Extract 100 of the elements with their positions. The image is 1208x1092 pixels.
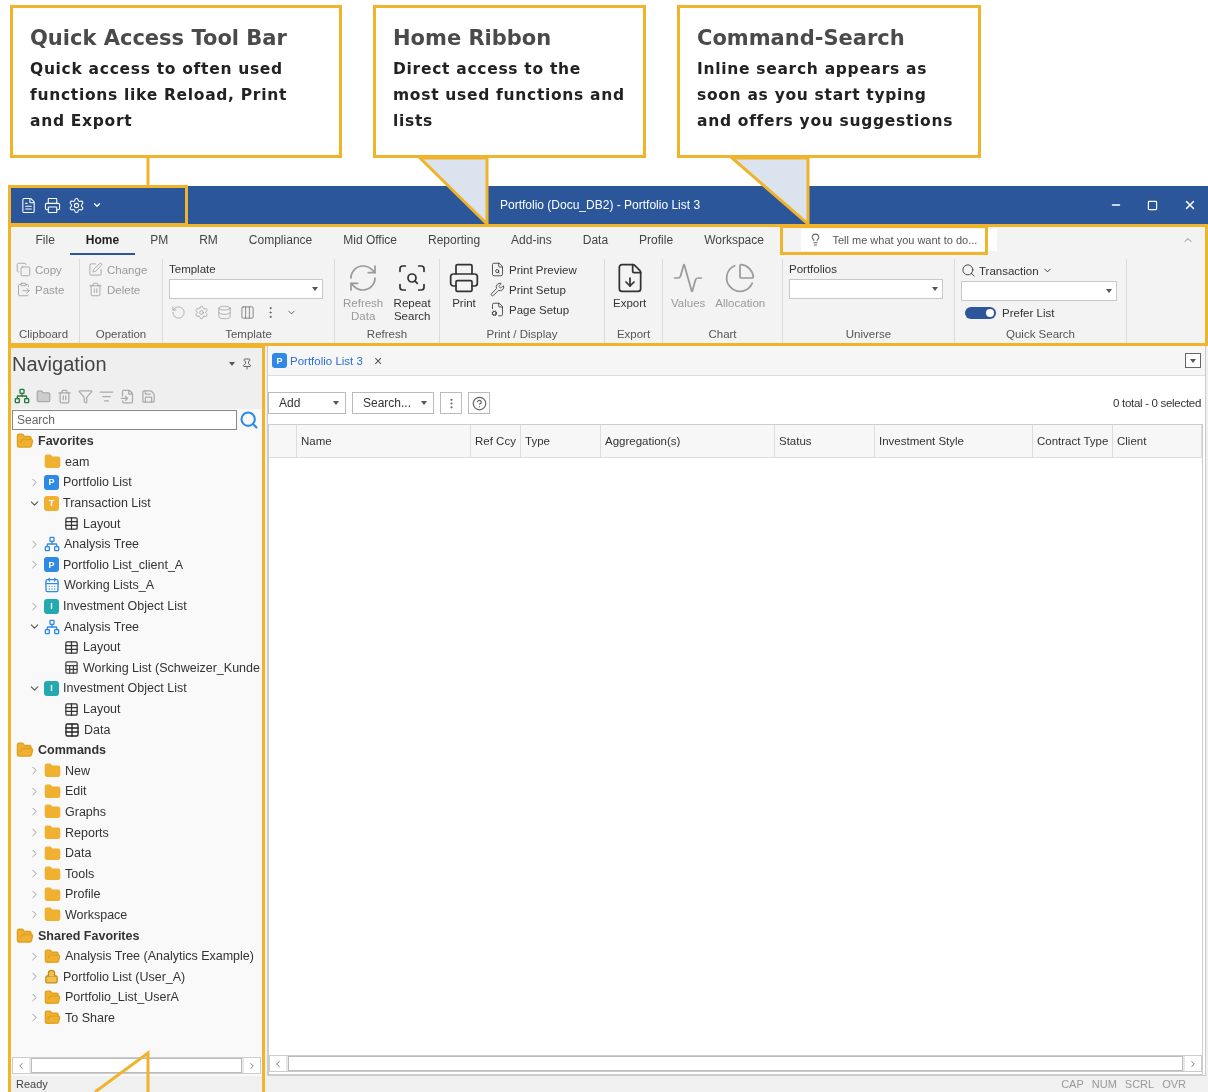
ribbon-tab[interactable]: Profile — [623, 224, 689, 255]
more-button[interactable] — [440, 392, 462, 414]
tree-item[interactable]: Portfolio List — [63, 475, 132, 490]
open-folder-icon[interactable] — [16, 741, 34, 760]
folder-icon — [44, 803, 61, 821]
ribbon-tab[interactable]: Mid Office — [327, 224, 413, 255]
ribbon-button[interactable]: Page Setup — [488, 301, 579, 318]
pin-icon[interactable] — [241, 358, 253, 370]
tree-item[interactable]: Edit — [65, 784, 87, 799]
status-indicator: SCRL — [1124, 1078, 1155, 1090]
column-header[interactable]: Client — [1113, 425, 1202, 457]
print-button[interactable] — [44, 196, 61, 214]
database-icon — [217, 305, 232, 320]
tree-item[interactable]: Reports — [65, 825, 109, 840]
tree-item[interactable]: Layout — [83, 516, 121, 531]
toggle-switch[interactable] — [965, 307, 996, 319]
tree-item[interactable]: Working List (Schweizer_Kunde — [83, 660, 260, 675]
ribbon-tab[interactable]: Compliance — [233, 224, 328, 255]
save-icon[interactable] — [141, 388, 156, 404]
tree-item[interactable]: Data — [84, 722, 111, 737]
open-folder-icon[interactable] — [16, 926, 34, 945]
horizontal-scrollbar[interactable] — [269, 1055, 1202, 1072]
open-folder-icon[interactable] — [16, 432, 34, 451]
tree-item[interactable]: Layout — [83, 702, 121, 716]
tree-item[interactable]: Analysis Tree (Analytics Example) — [65, 949, 254, 964]
ribbon-button[interactable]: Print Setup — [488, 281, 579, 298]
tell-me-field[interactable]: Tell me what you want to do... — [801, 228, 998, 251]
selection-summary: 0 total - 0 selected — [1113, 397, 1201, 409]
tree-item[interactable]: Workspace — [65, 907, 128, 922]
column-header[interactable]: Contract Type — [1033, 425, 1113, 457]
tree-item[interactable]: Investment Object List — [63, 681, 187, 696]
column-header[interactable]: Type — [521, 425, 601, 457]
tree-item[interactable]: Portfolio List (User_A) — [63, 969, 186, 984]
close-tab-button[interactable]: × — [373, 352, 383, 369]
scroll-left-icon — [16, 1060, 26, 1071]
tree-item[interactable]: Graphs — [65, 805, 106, 819]
tab-menu-button[interactable] — [1185, 353, 1201, 368]
transaction-selector[interactable]: Transaction — [961, 263, 1053, 278]
section-header[interactable]: Favorites — [38, 434, 94, 449]
tree-item[interactable]: Working Lists_A — [64, 578, 155, 593]
filter-icon[interactable] — [78, 388, 93, 404]
column-header[interactable]: Status — [775, 425, 875, 457]
section-header[interactable]: Commands — [38, 743, 107, 758]
tree-item[interactable]: New — [65, 763, 90, 778]
column-header[interactable]: Name — [297, 425, 471, 457]
ribbon-button[interactable]: Print Preview — [488, 261, 579, 278]
tree-item[interactable]: Investment Object List — [63, 599, 187, 614]
paste-icon — [16, 282, 31, 297]
folder-icon — [44, 762, 61, 780]
customize-button[interactable] — [92, 200, 102, 210]
document-icon[interactable] — [120, 388, 135, 404]
tree-item[interactable]: Layout — [83, 640, 121, 655]
ribbon-tab[interactable]: Data — [567, 224, 624, 255]
tree-item[interactable]: Portfolio List_client_A — [63, 557, 184, 572]
tree-item[interactable]: Transaction List — [63, 496, 151, 511]
maximize-icon — [1147, 199, 1158, 211]
folder-icon — [44, 844, 61, 862]
printer-icon — [44, 196, 61, 214]
template-dropdown[interactable] — [169, 279, 323, 299]
tree-item[interactable]: Data — [65, 846, 92, 861]
dropdown-icon[interactable] — [229, 362, 235, 366]
add-button[interactable]: Add — [268, 392, 346, 414]
ribbon-tab[interactable]: RM — [183, 224, 234, 255]
search-icon[interactable] — [239, 410, 259, 430]
section-header[interactable]: Shared Favorites — [38, 928, 140, 943]
search-button[interactable]: Search... — [352, 392, 434, 414]
status-indicator: OVR — [1162, 1078, 1186, 1090]
wrench-icon — [490, 282, 505, 297]
column-header[interactable]: Aggregation(s) — [601, 425, 775, 457]
status-indicator: NUM — [1091, 1078, 1117, 1090]
tree-item[interactable]: Profile — [65, 887, 101, 902]
tree-item[interactable]: To Share — [65, 1010, 116, 1025]
ribbon-tab[interactable]: File — [20, 224, 71, 255]
trash-icon — [88, 282, 103, 297]
horizontal-scrollbar[interactable] — [12, 1057, 261, 1074]
column-header[interactable]: Ref Ccy — [471, 425, 521, 457]
hierarchy-icon[interactable] — [14, 388, 30, 404]
search-field[interactable]: Search — [12, 410, 237, 430]
tree-item[interactable]: eam — [65, 454, 90, 469]
portfolios-dropdown[interactable] — [789, 279, 943, 299]
help-button[interactable] — [468, 392, 490, 414]
quick-search-dropdown[interactable] — [961, 281, 1117, 301]
shared-folder-icon — [44, 1009, 61, 1027]
column-header[interactable]: Investment Style — [875, 425, 1033, 457]
ribbon-button[interactable]: Repeat Search — [391, 261, 433, 328]
panel-title: Navigation — [12, 352, 107, 376]
ribbon-tab[interactable]: Add-ins — [495, 224, 568, 255]
folder-icon[interactable] — [36, 388, 51, 404]
ribbon-button[interactable]: Export — [611, 261, 649, 328]
ribbon-button[interactable]: Print — [446, 261, 482, 328]
trash-icon[interactable] — [57, 388, 72, 404]
list-icon[interactable] — [99, 388, 114, 404]
ribbon-tab[interactable]: Workspace — [688, 224, 780, 255]
ribbon-tab[interactable]: PM — [134, 224, 184, 255]
tree-item[interactable]: Analysis Tree — [64, 619, 140, 634]
tree-item[interactable]: Analysis Tree — [64, 537, 140, 552]
tree-item[interactable]: Portfolio_List_UserA — [65, 990, 179, 1005]
letter-badge: I — [44, 598, 59, 614]
document-tab[interactable]: Portfolio List 3 — [290, 354, 363, 367]
tree-item[interactable]: Tools — [65, 866, 95, 881]
